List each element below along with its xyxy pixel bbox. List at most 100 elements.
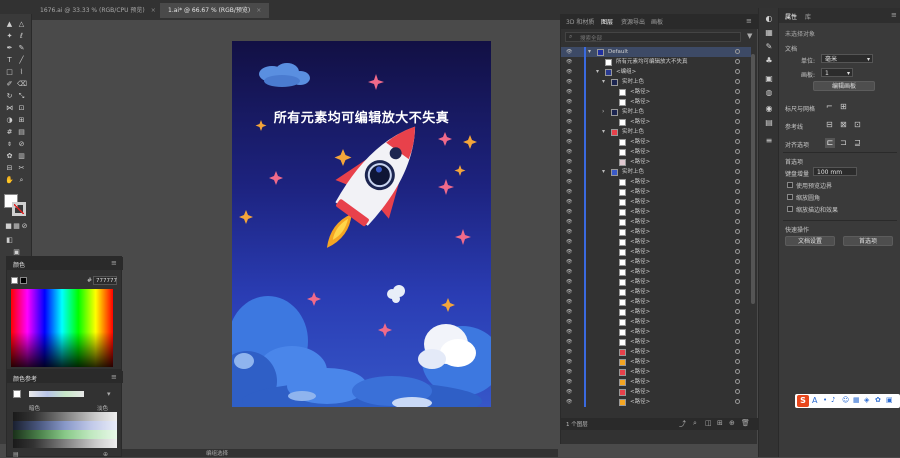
layer-name[interactable]: <路径> [630, 267, 650, 277]
layer-name[interactable]: <路径> [630, 187, 650, 197]
stroke-swatch[interactable] [20, 277, 27, 284]
tab-libraries[interactable]: 库 [805, 12, 811, 21]
tab-properties[interactable]: 属性 [785, 12, 797, 21]
rotate-tool-icon[interactable]: ↻ [5, 92, 14, 101]
visibility-eye-icon[interactable]: 👁 [566, 357, 574, 367]
layer-name[interactable]: <路径> [630, 217, 650, 227]
visibility-eye-icon[interactable]: 👁 [566, 157, 574, 167]
symbols-icon[interactable]: ♣ [764, 56, 774, 66]
hand-tool-icon[interactable]: ✋ [5, 176, 14, 185]
layer-name[interactable]: <路径> [630, 257, 650, 267]
layer-name[interactable]: <路径> [630, 347, 650, 357]
gradient-tool-icon[interactable]: ▤ [17, 128, 26, 137]
expand-toggle-icon[interactable]: ▾ [602, 127, 605, 137]
layer-row[interactable]: 👁 ▾ <编组> [561, 67, 751, 77]
layer-name[interactable]: <路径> [630, 327, 650, 337]
layer-row[interactable]: 👁 <路径> [561, 277, 751, 287]
curvature-tool-icon[interactable]: ✎ [17, 44, 26, 53]
visibility-eye-icon[interactable]: 👁 [566, 257, 574, 267]
layer-row[interactable]: 👁 所有元素均可编辑放大不失真 [561, 57, 751, 67]
layer-name[interactable]: <路径> [630, 237, 650, 247]
appearance-icon[interactable]: ◍ [764, 88, 774, 98]
layer-name[interactable]: <路径> [630, 397, 650, 407]
target-circle-icon[interactable] [735, 349, 740, 354]
layer-name[interactable]: <路径> [630, 197, 650, 207]
visibility-eye-icon[interactable]: 👁 [566, 107, 574, 117]
graphic-styles-icon[interactable]: ▣ [764, 74, 774, 84]
shape-builder-tool-icon[interactable]: ◑ [5, 116, 14, 125]
layer-row[interactable]: 👁 <路径> [561, 237, 751, 247]
hex-input[interactable]: 777777 [93, 276, 117, 285]
layer-row[interactable]: 👁 <路径> [561, 137, 751, 147]
target-circle-icon[interactable] [735, 179, 740, 184]
align-to-key-object-icon[interactable]: ⊒ [854, 138, 861, 147]
visibility-eye-icon[interactable]: 👁 [566, 377, 574, 387]
expand-toggle-icon[interactable]: ▾ [602, 167, 605, 177]
target-circle-icon[interactable] [735, 99, 740, 104]
layer-row[interactable]: 👁 <路径> [561, 347, 751, 357]
stroke-icon[interactable]: ≡ [764, 136, 774, 146]
layer-row[interactable]: 👁 <路径> [561, 377, 751, 387]
expand-toggle-icon[interactable]: ▾ [602, 77, 605, 87]
layer-name[interactable]: <路径> [630, 97, 650, 107]
column-graph-tool-icon[interactable]: ▥ [17, 152, 26, 161]
layer-name[interactable]: 实时上色 [622, 77, 644, 87]
layer-row[interactable]: 👁 <路径> [561, 87, 751, 97]
blend-tool-icon[interactable]: ⊘ [17, 140, 26, 149]
layer-name[interactable]: <路径> [630, 377, 650, 387]
target-circle-icon[interactable] [735, 219, 740, 224]
menu-icon[interactable]: ≡ [111, 373, 117, 381]
target-circle-icon[interactable] [735, 369, 740, 374]
settings-icon[interactable]: ▣ [886, 396, 893, 404]
visibility-eye-icon[interactable]: 👁 [566, 217, 574, 227]
selection-tool-icon[interactable]: ▲ [5, 20, 14, 29]
layer-name[interactable]: <路径> [630, 337, 650, 347]
visibility-eye-icon[interactable]: 👁 [566, 397, 574, 407]
target-circle-icon[interactable] [735, 209, 740, 214]
document-setup-button[interactable]: 文档设置 [785, 236, 835, 246]
close-icon[interactable]: × [151, 7, 156, 14]
visibility-eye-icon[interactable]: 👁 [566, 97, 574, 107]
layer-row[interactable]: 👁 <路径> [561, 367, 751, 377]
layer-row[interactable]: 👁 <路径> [561, 327, 751, 337]
visibility-eye-icon[interactable]: 👁 [566, 167, 574, 177]
target-circle-icon[interactable] [735, 389, 740, 394]
grid-icon[interactable]: ⊞ [840, 102, 847, 111]
keyboard-icon[interactable]: ▦ [853, 396, 860, 404]
layer-row[interactable]: 👁 <路径> [561, 337, 751, 347]
layers-search-input[interactable]: 搜索全部 ⌕ [565, 32, 741, 42]
layer-name[interactable]: <路径> [630, 247, 650, 257]
artboard-tool-icon[interactable]: ⊟ [5, 164, 14, 173]
export-icon[interactable]: ⤴ [679, 419, 686, 429]
visibility-eye-icon[interactable]: 👁 [566, 367, 574, 377]
target-circle-icon[interactable] [735, 199, 740, 204]
punctuation-icon[interactable]: • [823, 396, 827, 404]
layer-row[interactable]: 👁 <路径> [561, 317, 751, 327]
layer-row[interactable]: 👁 <路径> [561, 197, 751, 207]
show-guides-icon[interactable]: ⊟ [826, 120, 833, 129]
target-circle-icon[interactable] [735, 329, 740, 334]
target-circle-icon[interactable] [735, 129, 740, 134]
layer-name[interactable]: <路径> [630, 177, 650, 187]
layer-name[interactable]: <路径> [630, 277, 650, 287]
visibility-eye-icon[interactable]: 👁 [566, 237, 574, 247]
edit-artboards-button[interactable]: 编辑画板 [813, 81, 875, 91]
layer-row[interactable]: 👁 ▾ Default [561, 47, 751, 57]
scale-corners-checkbox[interactable] [787, 194, 793, 200]
visibility-eye-icon[interactable]: 👁 [566, 247, 574, 257]
visibility-eye-icon[interactable]: 👁 [566, 67, 574, 77]
layer-row[interactable]: 👁 <路径> [561, 97, 751, 107]
visibility-eye-icon[interactable]: 👁 [566, 277, 574, 287]
layer-row[interactable]: 👁 <路径> [561, 247, 751, 257]
width-tool-icon[interactable]: ⋈ [5, 104, 14, 113]
layer-name[interactable]: <路径> [630, 357, 650, 367]
layer-row[interactable]: 👁 <路径> [561, 157, 751, 167]
artboard[interactable]: 所有元素均可编辑放大不失真 [232, 41, 491, 407]
color-panel-icon[interactable]: ◐ [764, 14, 774, 24]
target-circle-icon[interactable] [735, 249, 740, 254]
brushes-icon[interactable]: ✎ [764, 42, 774, 52]
keyboard-increment-input[interactable]: 100 mm [813, 167, 857, 176]
target-circle-icon[interactable] [735, 259, 740, 264]
visibility-eye-icon[interactable]: 👁 [566, 117, 574, 127]
visibility-eye-icon[interactable]: 👁 [566, 387, 574, 397]
